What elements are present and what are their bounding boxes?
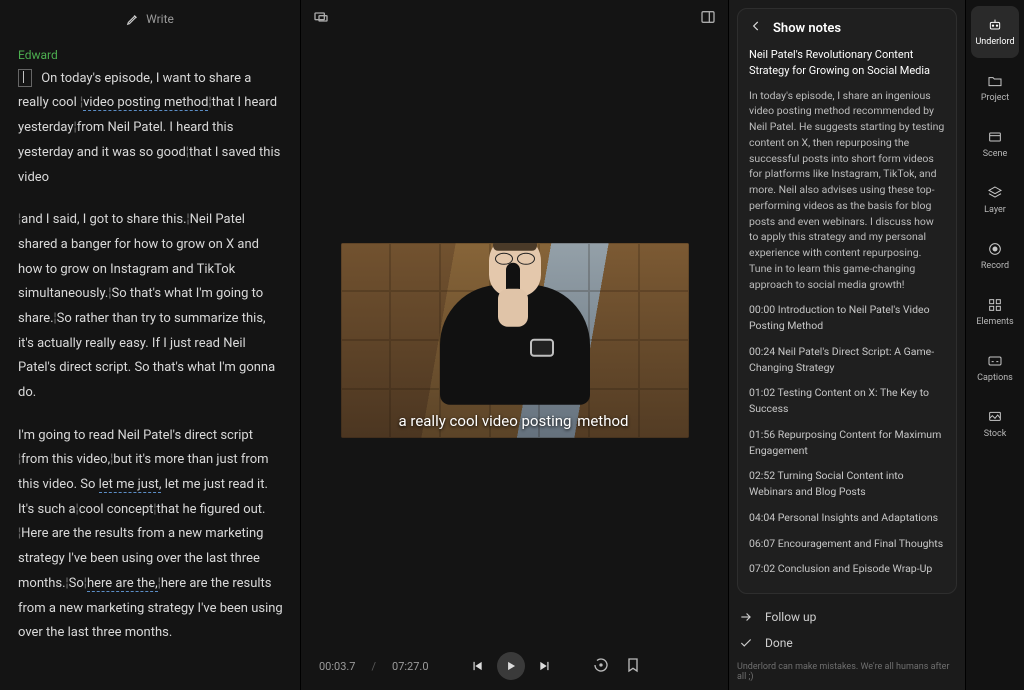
chapter-item[interactable]: 01:02 Testing Content on X: The Key to S…	[749, 385, 945, 417]
aspect-icon[interactable]	[313, 9, 329, 29]
transcript-paragraph: ¦and I said, I got to share this.¦Neil P…	[18, 208, 284, 406]
layers-icon	[987, 185, 1003, 201]
video-frame[interactable]: a really cool video posting method	[341, 243, 689, 438]
video-pane: a really cool video posting method 00:03…	[301, 0, 729, 690]
rail-underlord[interactable]: Underlord	[971, 6, 1019, 58]
chapter-item[interactable]: 06:07 Encouragement and Final Thoughts	[749, 536, 945, 552]
notes-body: In today's episode, I share an ingenious…	[749, 88, 945, 293]
tool-rail: Underlord Project Scene Layer Record Ele…	[965, 0, 1024, 690]
rail-stock[interactable]: Stock	[971, 398, 1019, 450]
time-current: 00:03.7	[319, 660, 355, 673]
time-sep: /	[371, 660, 376, 673]
chapter-item[interactable]: 04:04 Personal Insights and Adaptations	[749, 510, 945, 526]
loop-icon[interactable]	[593, 657, 609, 676]
chapter-item[interactable]: 02:52 Turning Social Content into Webina…	[749, 468, 945, 500]
play-button[interactable]	[497, 652, 525, 680]
notes-pane: Show notes Neil Patel's Revolutionary Co…	[729, 0, 965, 690]
video-toolbar	[301, 0, 728, 38]
rail-captions[interactable]: Captions	[971, 342, 1019, 394]
chapter-item[interactable]: 07:02 Conclusion and Episode Wrap-Up	[749, 561, 945, 577]
prev-button[interactable]	[463, 652, 491, 680]
chapter-item[interactable]: 00:00 Introduction to Neil Patel's Video…	[749, 302, 945, 334]
grid-icon	[987, 297, 1003, 313]
disclaimer: Underlord can make mistakes. We're all h…	[737, 662, 957, 682]
video-caption: a really cool video posting method	[341, 412, 689, 430]
write-label: Write	[146, 12, 174, 26]
write-mode-button[interactable]: Write	[0, 0, 300, 38]
script-pane: Write Edward On today's episode, I want …	[0, 0, 301, 690]
transcript-paragraph: On today's episode, I want to share a re…	[18, 67, 284, 190]
folder-icon	[987, 73, 1003, 89]
stock-icon	[987, 409, 1003, 425]
notes-title: Neil Patel's Revolutionary Content Strat…	[749, 47, 945, 80]
panel-title: Show notes	[773, 19, 841, 39]
done-button[interactable]: Done	[737, 630, 957, 656]
sidebar-toggle-icon[interactable]	[700, 9, 716, 29]
chapter-item[interactable]: 01:56 Repurposing Content for Maximum En…	[749, 427, 945, 459]
followup-button[interactable]: Follow up	[737, 604, 957, 630]
back-icon[interactable]	[749, 19, 763, 39]
transcript-paragraph: I'm going to read Neil Patel's direct sc…	[18, 424, 284, 646]
rail-project[interactable]: Project	[971, 62, 1019, 114]
rail-record[interactable]: Record	[971, 230, 1019, 282]
speaker-name: Edward	[18, 44, 284, 67]
time-total: 07:27.0	[392, 660, 428, 673]
captions-icon	[987, 353, 1003, 369]
rail-scene[interactable]: Scene	[971, 118, 1019, 170]
check-icon	[739, 636, 753, 650]
robot-icon	[987, 17, 1003, 33]
record-icon	[987, 241, 1003, 257]
bookmark-icon[interactable]	[625, 657, 641, 676]
next-button[interactable]	[531, 652, 559, 680]
rail-elements[interactable]: Elements	[971, 286, 1019, 338]
arrow-right-icon	[739, 610, 753, 624]
scene-icon	[987, 129, 1003, 145]
text-cursor	[18, 69, 32, 87]
rail-layer[interactable]: Layer	[971, 174, 1019, 226]
app-root: Write Edward On today's episode, I want …	[0, 0, 1024, 690]
video-subject	[440, 285, 590, 405]
pencil-icon	[126, 12, 140, 26]
video-stage: a really cool video posting method	[301, 38, 728, 642]
chapters-list: 00:00 Introduction to Neil Patel's Video…	[749, 302, 945, 587]
transcript[interactable]: Edward On today's episode, I want to sha…	[0, 38, 300, 690]
show-notes-card: Show notes Neil Patel's Revolutionary Co…	[737, 8, 957, 594]
chapter-item[interactable]: 00:24 Neil Patel's Direct Script: A Game…	[749, 344, 945, 376]
transport-bar: 00:03.7 / 07:27.0	[301, 642, 728, 690]
